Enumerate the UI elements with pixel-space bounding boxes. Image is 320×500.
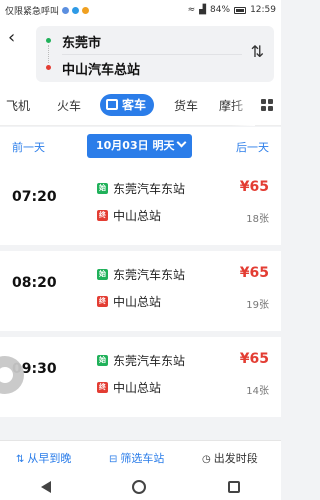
trip-card[interactable]: 07:20 始 东莞汽车东站 终 中山总站 ¥65 18张 xyxy=(0,165,281,245)
ticket-price: ¥65 xyxy=(239,265,269,281)
carrier-text: 仅限紧急呼叫 xyxy=(5,6,60,17)
trip-card[interactable]: 08:20 始 东莞汽车东站 终 中山总站 ¥65 19张 xyxy=(0,251,281,331)
nav-recent-icon[interactable] xyxy=(228,481,241,493)
start-badge-icon: 始 xyxy=(97,355,108,366)
departure-time: 07:20 xyxy=(12,189,57,205)
nav-back-icon[interactable] xyxy=(40,481,51,493)
end-station: 中山总站 xyxy=(113,295,162,309)
tab-plane[interactable]: 飞机 xyxy=(6,97,30,114)
start-badge-icon: 始 xyxy=(97,183,108,194)
signal-icon: ▟ xyxy=(199,5,207,15)
departure-time: 08:20 xyxy=(12,275,57,291)
date-picker-button[interactable]: 10月03日 明天 xyxy=(87,134,192,158)
seats-left: 19张 xyxy=(246,300,269,311)
ticket-price: ¥65 xyxy=(239,351,269,367)
tab-truck[interactable]: 货车 xyxy=(174,97,198,114)
app-notification-icon xyxy=(72,6,80,14)
app-notification-icon xyxy=(62,6,70,14)
battery-icon xyxy=(234,6,247,14)
next-day-button[interactable]: 后一天 xyxy=(236,139,269,155)
route-header: ‹ 东莞市 中山汽车总站 ⇅ xyxy=(0,20,281,86)
end-badge-icon: 终 xyxy=(97,296,108,307)
start-station: 东莞汽车东站 xyxy=(113,354,186,368)
end-badge-icon: 终 xyxy=(97,382,108,393)
more-categories-icon[interactable] xyxy=(261,99,273,111)
start-station: 东莞汽车东站 xyxy=(113,182,186,196)
tab-bus-label: 客车 xyxy=(122,98,147,112)
back-button[interactable]: ‹ xyxy=(8,28,26,48)
nav-home-icon[interactable] xyxy=(132,480,147,494)
sort-early-to-late-button[interactable]: ⇅ 从早到晚 xyxy=(16,450,71,466)
origin-dot-icon xyxy=(46,38,51,43)
destination-city[interactable]: 中山汽车总站 xyxy=(62,59,140,78)
seats-left: 14张 xyxy=(246,386,269,397)
system-nav-bar xyxy=(0,474,281,500)
date-bar: 前一天 10月03日 明天 后一天 xyxy=(0,127,281,167)
battery-level: 84% xyxy=(210,5,231,15)
time-filter-label: 出发时段 xyxy=(213,452,258,465)
departure-time-filter-button[interactable]: ◷ 出发时段 xyxy=(202,450,258,466)
start-station: 东莞汽车东站 xyxy=(113,268,186,282)
chevron-down-icon xyxy=(176,137,187,148)
end-station: 中山总站 xyxy=(113,209,162,223)
end-station: 中山总站 xyxy=(113,381,162,395)
sort-icon: ⇅ xyxy=(16,454,25,465)
destination-dot-icon xyxy=(46,65,51,70)
route-connector xyxy=(48,45,49,63)
back-arrow-icon: ‹ xyxy=(8,27,16,48)
filter-bar: ⇅ 从早到晚 ⊟ 筛选车站 ◷ 出发时段 xyxy=(0,440,281,474)
ticket-price: ¥65 xyxy=(239,179,269,195)
filter-station-button[interactable]: ⊟ 筛选车站 xyxy=(109,450,164,466)
sort-label: 从早到晚 xyxy=(27,452,72,465)
route-selector[interactable]: 东莞市 中山汽车总站 ⇅ xyxy=(36,26,274,82)
transport-tabs: 飞机 火车 客车 货车 摩托 xyxy=(0,86,281,126)
route-divider xyxy=(62,54,242,55)
tabs-fade xyxy=(231,86,255,126)
tab-bus[interactable]: 客车 xyxy=(100,94,155,116)
start-badge-icon: 始 xyxy=(97,269,108,280)
tab-train[interactable]: 火车 xyxy=(57,97,81,114)
current-date: 10月03日 明天 xyxy=(96,139,175,152)
bus-stop-icon: ⊟ xyxy=(109,454,118,465)
clock-icon: ◷ xyxy=(202,454,211,465)
end-badge-icon: 终 xyxy=(97,210,108,221)
app-notification-icon xyxy=(82,6,90,14)
status-bar: 仅限紧急呼叫 ≈ ▟ 84% 12:59 xyxy=(0,0,281,20)
wifi-icon: ≈ xyxy=(187,5,196,15)
trip-card[interactable]: 09:30 始 东莞汽车东站 终 中山总站 ¥65 14张 xyxy=(0,337,281,417)
origin-city[interactable]: 东莞市 xyxy=(62,32,101,51)
clock: 12:59 xyxy=(250,5,276,15)
bus-icon xyxy=(106,99,118,110)
prev-day-button[interactable]: 前一天 xyxy=(12,139,45,155)
seats-left: 18张 xyxy=(246,214,269,225)
station-filter-label: 筛选车站 xyxy=(120,452,165,465)
swap-route-icon[interactable]: ⇅ xyxy=(251,42,264,61)
